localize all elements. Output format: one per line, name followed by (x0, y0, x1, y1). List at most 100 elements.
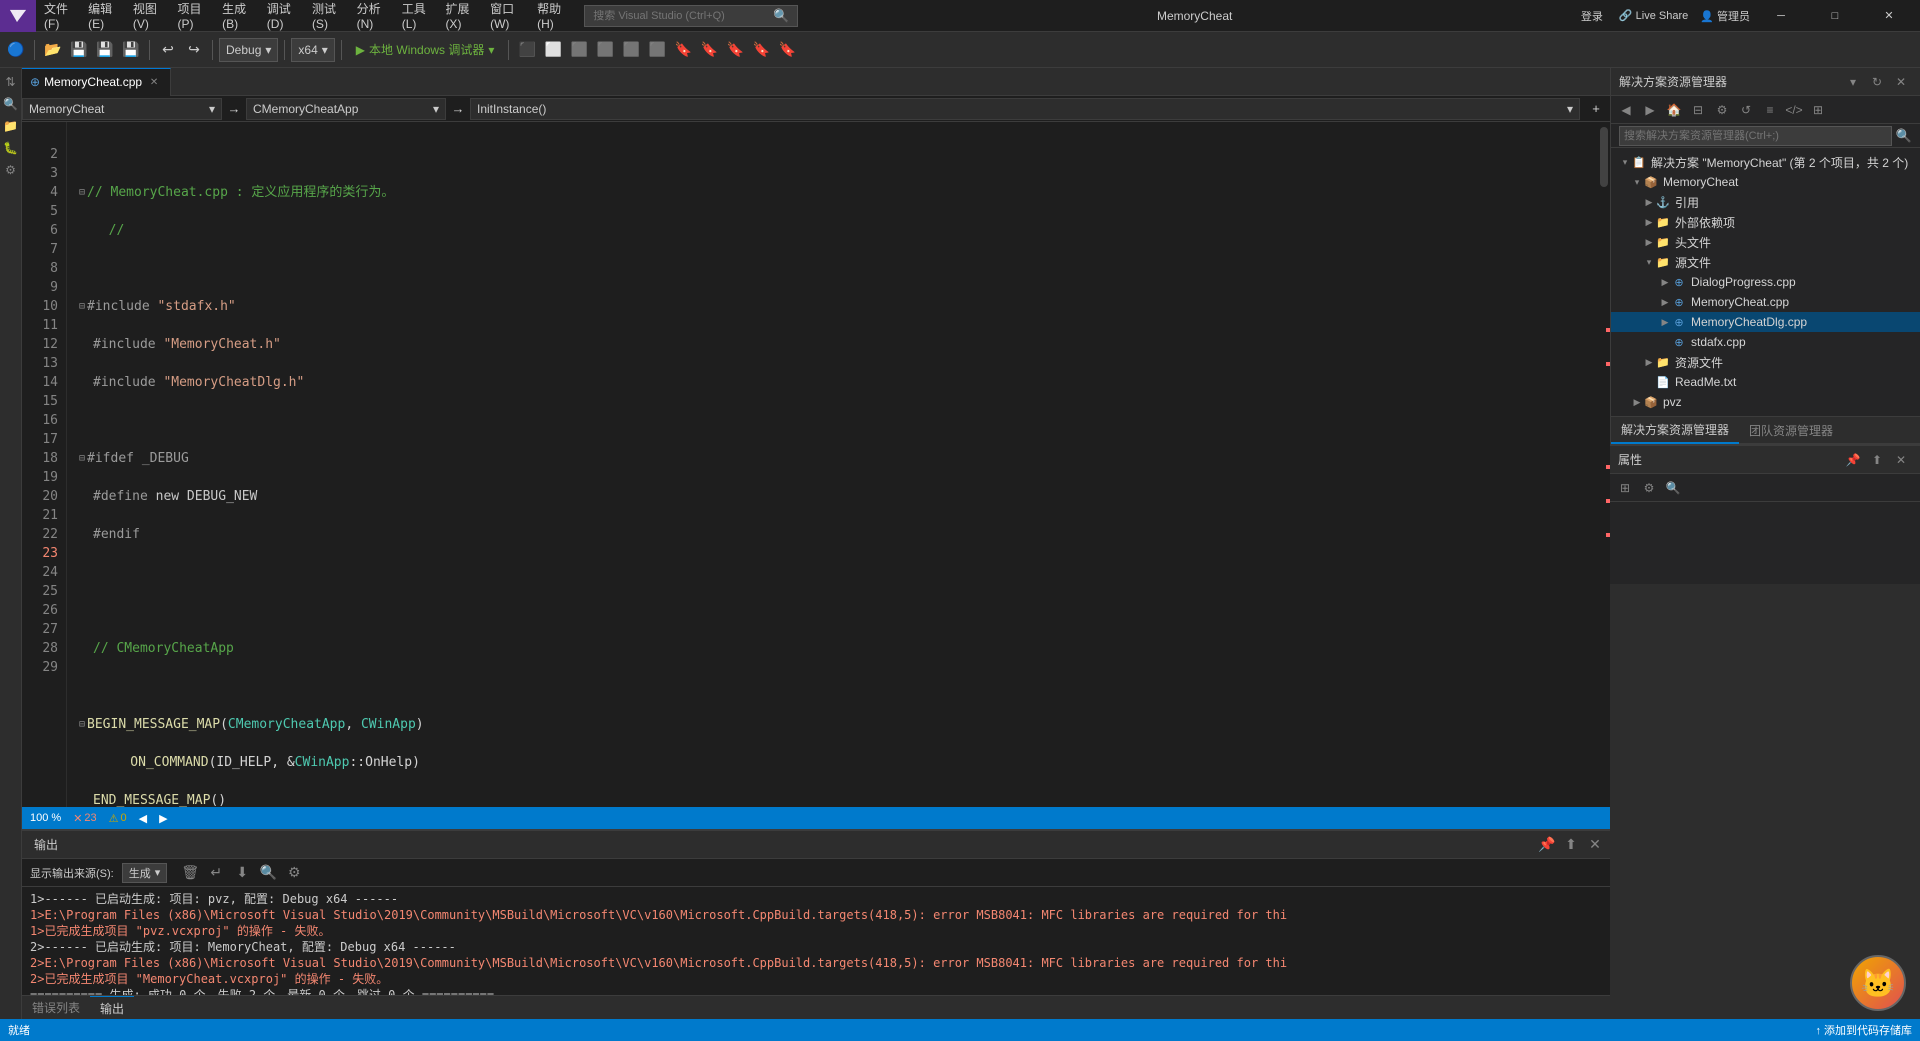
zoom-level[interactable]: 100 % (30, 812, 61, 824)
platform-dropdown[interactable]: x64 ▾ (291, 38, 334, 62)
menu-window[interactable]: 窗口(W) (482, 0, 529, 32)
title-search-box[interactable]: 🔍 (584, 5, 798, 27)
fold-icon-3[interactable]: ⊟ (79, 449, 85, 468)
output-source-dropdown[interactable]: 生成 ▾ (122, 863, 168, 883)
se-collapse-btn[interactable]: ▾ (1842, 71, 1864, 93)
nav-func-dropdown[interactable]: InitInstance() ▾ (470, 98, 1580, 120)
minimize-button[interactable]: ─ (1758, 0, 1804, 32)
manage-button[interactable]: 👤 管理员 (1700, 8, 1750, 24)
prop-close-btn[interactable]: ✕ (1890, 449, 1912, 471)
toolbar-breakpt[interactable]: ⬛ (515, 38, 539, 62)
tree-readme[interactable]: 📄 ReadMe.txt (1611, 372, 1920, 392)
toolbar-nav-fwd[interactable]: ⬜ (645, 38, 669, 62)
output-wrap-button[interactable]: ↵ (205, 862, 227, 884)
code-content[interactable]: ⊟// MemoryCheat.cpp : 定义应用程序的类行为。 // ⊟#i… (67, 122, 1596, 807)
menu-test[interactable]: 测试(S) (304, 0, 349, 32)
nav-expand-button[interactable]: + (1582, 101, 1610, 116)
se-code-btn[interactable]: </> (1783, 99, 1805, 121)
se-home-btn[interactable]: 🏠 (1663, 99, 1685, 121)
close-button[interactable]: ✕ (1866, 0, 1912, 32)
menu-file[interactable]: 文件(F) (36, 0, 80, 32)
nav-forward[interactable]: ▶ (159, 812, 167, 825)
tree-sources[interactable]: ▾ 📁 源文件 (1611, 252, 1920, 272)
menu-build[interactable]: 生成(B) (214, 0, 259, 32)
tree-memorycheatdlg-cpp[interactable]: ▶ ⊕ MemoryCheatDlg.cpp (1611, 312, 1920, 332)
prop-grid-btn[interactable]: ⊞ (1614, 477, 1636, 499)
sidebar-search[interactable]: 🔍 (1, 94, 21, 114)
menu-analyze[interactable]: 分析(N) (349, 0, 394, 32)
toolbar-bookmark[interactable]: 🔖 (671, 38, 695, 62)
panel-pin-button[interactable]: 📌 (1536, 834, 1558, 856)
se-search-input[interactable] (1619, 126, 1892, 146)
tree-dialog-progress[interactable]: ▶ ⊕ DialogProgress.cpp (1611, 272, 1920, 292)
toolbar-new[interactable]: 🔵 (4, 38, 28, 62)
tab-solution-explorer[interactable]: 解决方案资源管理器 (1611, 416, 1739, 444)
sidebar-explorer[interactable]: 📁 (1, 116, 21, 136)
menu-debug[interactable]: 调试(D) (259, 0, 304, 32)
tree-references[interactable]: ▶ ⚓ 引用 (1611, 192, 1920, 212)
toolbar-bkm2[interactable]: 🔖 (697, 38, 721, 62)
output-content[interactable]: 1>------ 已启动生成: 项目: pvz, 配置: Debug x64 -… (22, 887, 1610, 995)
panel-close-button[interactable]: ✕ (1584, 834, 1606, 856)
live-share-button[interactable]: 🔗 Live Share (1619, 9, 1688, 22)
toolbar-bkm4[interactable]: 🔖 (749, 38, 773, 62)
se-refresh-btn[interactable]: ↻ (1866, 71, 1888, 93)
tree-stdafx-cpp[interactable]: ⊕ stdafx.cpp (1611, 332, 1920, 352)
se-refresh-btn2[interactable]: ↺ (1735, 99, 1757, 121)
nav-class-dropdown[interactable]: MemoryCheat ▾ (22, 98, 222, 120)
prop-search-btn[interactable]: 🔍 (1662, 477, 1684, 499)
se-show-all-btn[interactable]: ≡ (1759, 99, 1781, 121)
run-button[interactable]: ▶ 本地 Windows 调试器 ▾ (348, 38, 503, 62)
prop-pin-btn[interactable]: 📌 (1842, 449, 1864, 471)
menu-tools[interactable]: 工具(L) (394, 0, 438, 32)
add-to-repo[interactable]: ↑ 添加到代码存储库 (1815, 1022, 1912, 1038)
fold-icon-2[interactable]: ⊟ (79, 297, 85, 316)
tab-error-list[interactable]: 错误列表 (22, 996, 90, 1020)
tree-resources[interactable]: ▶ 📁 资源文件 (1611, 352, 1920, 372)
toolbar-nav-bk[interactable]: ⬜ (619, 38, 643, 62)
toolbar-save2[interactable]: 💾 (119, 38, 143, 62)
toolbar-undo[interactable]: ↩ (156, 38, 180, 62)
tab-close-button[interactable]: ✕ (146, 74, 162, 90)
output-scroll-button[interactable]: ⬇ (231, 862, 253, 884)
sidebar-source-control[interactable]: ⇅ (1, 72, 21, 92)
menu-edit[interactable]: 编辑(E) (80, 0, 125, 32)
login-button[interactable]: 登录 (1581, 8, 1603, 24)
toolbar-save-all[interactable]: 💾 (67, 38, 91, 62)
tab-team-explorer[interactable]: 团队资源管理器 (1739, 416, 1843, 444)
prop-settings-btn[interactable]: ⚙ (1638, 477, 1660, 499)
output-filter-button[interactable]: 🔍 (257, 862, 279, 884)
toolbar-redo[interactable]: ↪ (182, 38, 206, 62)
toolbar-step-in[interactable]: ⬜ (567, 38, 591, 62)
tree-ext-deps[interactable]: ▶ 📁 外部依赖项 (1611, 212, 1920, 232)
prop-float-btn[interactable]: ⬆ (1866, 449, 1888, 471)
menu-project[interactable]: 项目(P) (169, 0, 214, 32)
panel-float-button[interactable]: ⬆ (1560, 834, 1582, 856)
tree-headers[interactable]: ▶ 📁 头文件 (1611, 232, 1920, 252)
title-search-input[interactable] (593, 10, 773, 22)
sidebar-tools[interactable]: ⚙ (1, 160, 21, 180)
menu-extensions[interactable]: 扩展(X) (437, 0, 482, 32)
warning-count[interactable]: ⚠ 0 (109, 812, 127, 825)
se-close-btn[interactable]: ✕ (1890, 71, 1912, 93)
tree-project[interactable]: ▾ 📦 MemoryCheat (1611, 172, 1920, 192)
maximize-button[interactable]: □ (1812, 0, 1858, 32)
toolbar-bkm5[interactable]: 🔖 (775, 38, 799, 62)
toolbar-open[interactable]: 📂 (41, 38, 65, 62)
se-active-btn[interactable]: ⊞ (1807, 99, 1829, 121)
toolbar-save[interactable]: 💾 (93, 38, 117, 62)
toolbar-step-over[interactable]: ⬜ (541, 38, 565, 62)
se-nav-fwd[interactable]: ▶ (1639, 99, 1661, 121)
output-clear-button[interactable]: 🗑 (179, 862, 201, 884)
tree-pvz[interactable]: ▶ 📦 pvz (1611, 392, 1920, 412)
error-count[interactable]: ✕ 23 (73, 812, 96, 825)
menu-help[interactable]: 帮助(H) (529, 0, 574, 32)
se-tree[interactable]: ▾ 📋 解决方案 "MemoryCheat" (第 2 个项目，共 2 个) ▾… (1611, 148, 1920, 416)
config-dropdown[interactable]: Debug ▾ (219, 38, 278, 62)
editor-tab-memorycheat[interactable]: ⊕ MemoryCheat.cpp ✕ (22, 68, 171, 96)
toolbar-bkm3[interactable]: 🔖 (723, 38, 747, 62)
code-scrollbar[interactable] (1596, 122, 1610, 807)
se-settings-btn2[interactable]: ⚙ (1711, 99, 1733, 121)
tree-solution[interactable]: ▾ 📋 解决方案 "MemoryCheat" (第 2 个项目，共 2 个) (1611, 152, 1920, 172)
scrollbar-thumb[interactable] (1600, 127, 1608, 187)
